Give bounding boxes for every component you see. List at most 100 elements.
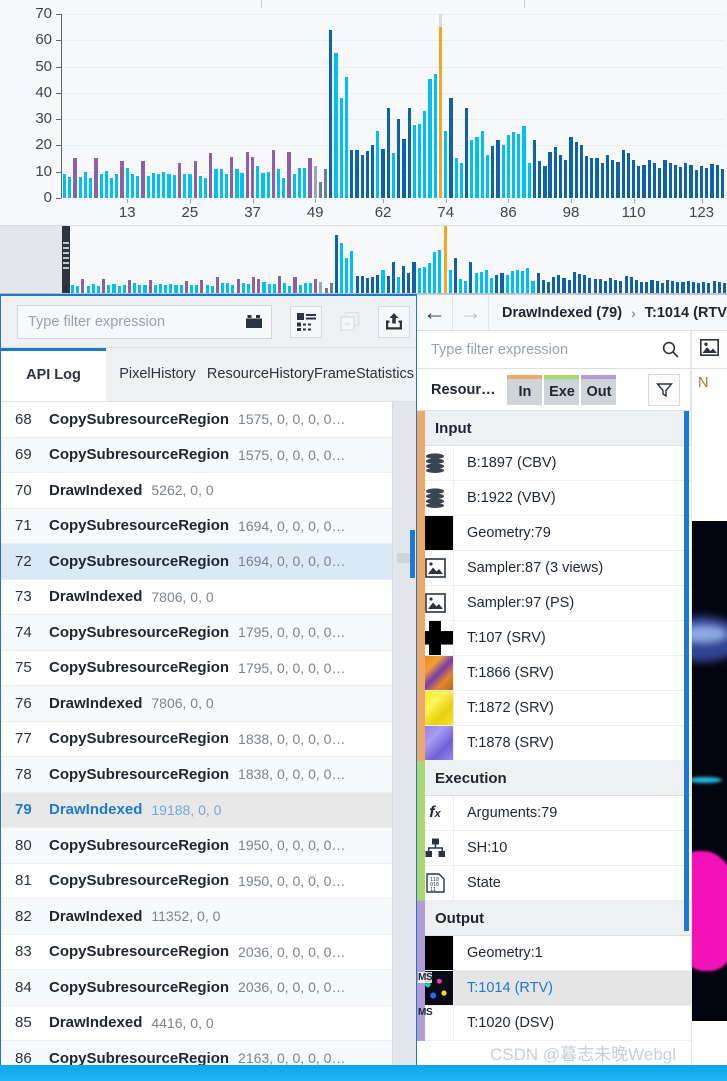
chart-bar[interactable] <box>266 172 270 198</box>
chart-bar[interactable] <box>334 52 338 198</box>
chart-bar[interactable] <box>177 163 182 198</box>
api-log-filter-input[interactable] <box>18 313 237 330</box>
chart-bar[interactable] <box>245 152 249 198</box>
breadcrumb-item-resource[interactable]: T:1014 (RTV <box>645 305 727 321</box>
chart-bar[interactable] <box>261 173 265 198</box>
capture-icon[interactable] <box>237 314 271 329</box>
resource-row[interactable]: MS T:1014 (RTV) <box>417 971 691 1006</box>
chart-bar[interactable] <box>585 155 589 198</box>
chart-bar[interactable] <box>146 175 150 198</box>
chart-bar[interactable] <box>684 162 688 198</box>
resource-toolbar[interactable]: Resour… In Exe Out <box>417 369 691 411</box>
chart-bar[interactable] <box>705 168 709 198</box>
chart-bar[interactable] <box>511 131 516 198</box>
chart-bar[interactable] <box>104 171 108 198</box>
chart-bar[interactable] <box>151 173 155 198</box>
list-details-icon[interactable] <box>290 305 322 338</box>
chart-bar[interactable] <box>558 154 563 198</box>
overview-plot[interactable] <box>70 226 727 293</box>
chart-plot-area[interactable] <box>62 14 725 198</box>
chart-bar-selected[interactable] <box>438 14 443 198</box>
chart-bar[interactable] <box>485 154 490 198</box>
chart-bar[interactable] <box>501 144 505 198</box>
resource-preview-image[interactable] <box>692 521 727 1021</box>
image-preview-icon[interactable] <box>700 338 719 361</box>
frame-overview-strip[interactable] <box>0 226 727 294</box>
chart-bar[interactable] <box>198 175 202 198</box>
chart-bar[interactable] <box>224 174 229 198</box>
chart-bar[interactable] <box>339 98 343 198</box>
forward-arrow-icon[interactable]: → <box>453 295 489 330</box>
chart-bar[interactable] <box>370 144 375 198</box>
chart-bar[interactable] <box>256 165 260 198</box>
chart-bar[interactable] <box>240 173 244 198</box>
copy-icon[interactable] <box>334 306 366 338</box>
chart-bar[interactable] <box>600 162 604 198</box>
chart-bar[interactable] <box>579 144 584 198</box>
chart-bar[interactable] <box>78 176 82 198</box>
chart-bar[interactable] <box>621 150 625 198</box>
chart-bar[interactable] <box>277 169 281 198</box>
chart-bar[interactable] <box>595 157 599 198</box>
chart-bar[interactable] <box>83 171 88 198</box>
back-arrow-icon[interactable]: ← <box>417 295 453 330</box>
resource-row[interactable]: T:1872 (SRV) <box>417 691 691 726</box>
resource-row[interactable]: fx Arguments:79 <box>417 796 691 831</box>
chart-bar[interactable] <box>115 173 119 198</box>
api-log-row[interactable]: 84 CopySubresourceRegion 2036, 0, 0, 0, 0… <box>1 970 394 1006</box>
chart-bar[interactable] <box>652 163 657 198</box>
resource-row[interactable]: SH:10 <box>417 831 691 866</box>
chart-bar[interactable] <box>344 77 349 198</box>
chart-bar[interactable] <box>464 108 469 198</box>
api-log-row[interactable]: 71 CopySubresourceRegion 1694, 0, 0, 0, 0… <box>1 508 394 544</box>
tab-api-log[interactable]: API Log <box>1 348 106 401</box>
resource-row[interactable]: Sampler:97 (PS) <box>417 586 691 621</box>
resource-row[interactable]: B:1897 (CBV) <box>417 446 691 481</box>
api-log-row[interactable]: 68 CopySubresourceRegion 1575, 0, 0, 0, 0… <box>1 402 394 438</box>
chart-bar[interactable] <box>423 110 427 198</box>
resource-preview-toolbar[interactable] <box>692 331 727 369</box>
chart-bar[interactable] <box>679 166 683 198</box>
chart-bar[interactable] <box>360 154 364 198</box>
chart-bar[interactable] <box>569 136 573 198</box>
chart-bar[interactable] <box>365 150 369 198</box>
api-log-panel[interactable]: API LogPixelHistoryResourceHistoryFrameS… <box>0 294 417 1081</box>
chart-bar[interactable] <box>574 142 578 198</box>
api-log-scrollbar[interactable] <box>392 402 416 1080</box>
resource-row[interactable]: Geometry:79 <box>417 516 691 551</box>
chart-bar[interactable] <box>496 139 500 198</box>
api-log-row[interactable]: 85 DrawIndexed 4416, 0, 0 <box>1 1006 394 1041</box>
chart-bar[interactable] <box>350 149 354 198</box>
chart-bar[interactable] <box>89 178 93 198</box>
resource-row[interactable]: B:1922 (VBV) <box>417 481 691 516</box>
chart-bar[interactable] <box>428 79 432 198</box>
chart-bar[interactable] <box>308 157 312 198</box>
chart-bar[interactable] <box>517 134 521 198</box>
chart-bar[interactable] <box>658 167 662 198</box>
resource-row[interactable]: Sampler:87 (3 views) <box>417 551 691 586</box>
chart-bar[interactable] <box>673 164 678 198</box>
chart-bar[interactable] <box>219 168 223 198</box>
resource-row[interactable]: T:1866 (SRV) <box>417 656 691 691</box>
tab-frame-statistics[interactable]: Frame Statistics <box>312 348 416 401</box>
breadcrumb-item-drawcall[interactable]: DrawIndexed (79) <box>502 305 622 321</box>
chart-bar[interactable] <box>454 157 458 198</box>
api-log-row[interactable]: 70 DrawIndexed 5262, 0, 0 <box>1 473 394 509</box>
chart-bar[interactable] <box>694 169 698 198</box>
stage-filter-out[interactable]: Out <box>581 374 617 405</box>
chart-bar[interactable] <box>313 165 317 198</box>
resource-row[interactable]: 110 010 11 State <box>417 866 691 901</box>
chart-bar[interactable] <box>303 168 307 198</box>
api-log-list[interactable]: 68 CopySubresourceRegion 1575, 0, 0, 0, 0…… <box>1 402 394 1080</box>
chart-bar[interactable] <box>329 29 333 198</box>
frame-timing-chart[interactable]: 0 10 20 30 40 50 60 70 13 25 37 49 62 74 86 98 110 123 <box>0 0 727 226</box>
chart-bar[interactable] <box>136 175 140 198</box>
chart-bar[interactable] <box>318 182 323 198</box>
chart-bar[interactable] <box>459 163 463 198</box>
resource-inspector-panel[interactable]: ← → DrawIndexed (79) › T:1014 (RTV Resou… <box>417 294 727 1081</box>
chart-bar[interactable] <box>605 154 610 198</box>
chart-bar[interactable] <box>506 134 510 198</box>
chart-bar[interactable] <box>271 150 276 198</box>
chart-bar[interactable] <box>470 139 474 198</box>
chart-bar[interactable] <box>402 139 406 198</box>
